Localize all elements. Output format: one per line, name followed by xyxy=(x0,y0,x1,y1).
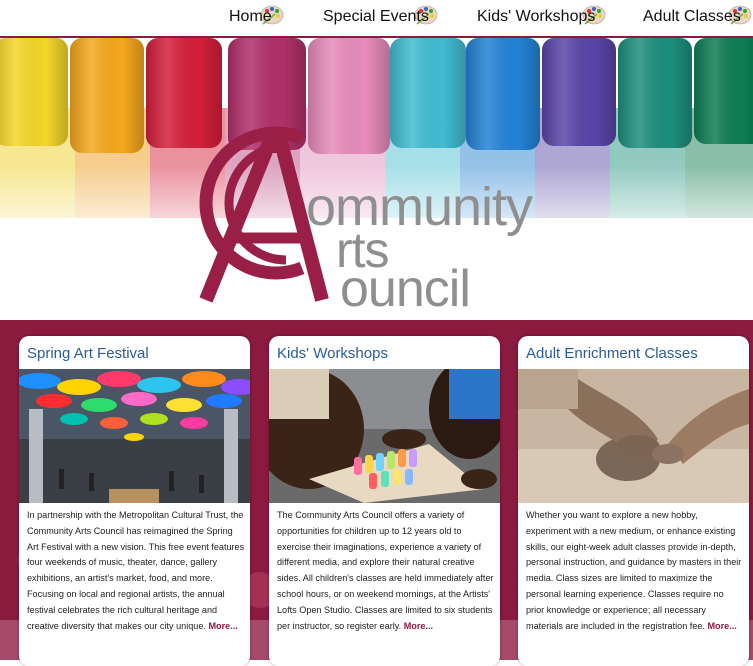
nav-adult-classes[interactable]: Adult Classes xyxy=(643,5,752,26)
card-description-text: The Community Arts Council offers a vari… xyxy=(277,510,494,631)
nav-home[interactable]: Home xyxy=(229,5,284,26)
top-nav: Home Special Events Kids' Workshops Adul… xyxy=(0,0,753,38)
kids-chalk-photo xyxy=(269,369,500,503)
hero-banner: ommunity rts ouncil xyxy=(0,38,753,320)
card-description-text: In partnership with the Metropolitan Cul… xyxy=(27,510,245,631)
logo-word-council: ouncil xyxy=(340,260,471,318)
card-description-text: Whether you want to explore a new hobby,… xyxy=(526,510,742,631)
card-spring-art-festival: Spring Art Festival In partnership with … xyxy=(19,336,250,666)
card-description: The Community Arts Council offers a vari… xyxy=(277,508,495,634)
nav-home-label: Home xyxy=(229,8,272,25)
nav-kids-workshops[interactable]: Kids' Workshops xyxy=(477,5,606,26)
umbrellas-photo xyxy=(19,369,250,503)
more-link[interactable]: More... xyxy=(404,621,433,631)
card-adult-enrichment-classes: Adult Enrichment Classes Whether you wan… xyxy=(518,336,749,666)
logo-word-council-text: ouncil xyxy=(340,260,471,318)
card-kids-workshops: Kids' Workshops The Community Arts Counc… xyxy=(269,336,500,666)
clay-hands-photo xyxy=(518,369,749,503)
card-title[interactable]: Kids' Workshops xyxy=(277,345,388,362)
card-title[interactable]: Adult Enrichment Classes xyxy=(526,345,698,362)
nav-special-events[interactable]: Special Events xyxy=(323,5,438,26)
nav-kids-workshops-label: Kids' Workshops xyxy=(477,8,596,25)
card-description: In partnership with the Metropolitan Cul… xyxy=(27,508,245,634)
more-link[interactable]: More... xyxy=(707,621,736,631)
nav-adult-classes-label: Adult Classes xyxy=(643,8,741,25)
card-title[interactable]: Spring Art Festival xyxy=(27,345,149,362)
card-description: Whether you want to explore a new hobby,… xyxy=(526,508,744,634)
more-link[interactable]: More... xyxy=(208,621,237,631)
nav-special-events-label: Special Events xyxy=(323,8,429,25)
